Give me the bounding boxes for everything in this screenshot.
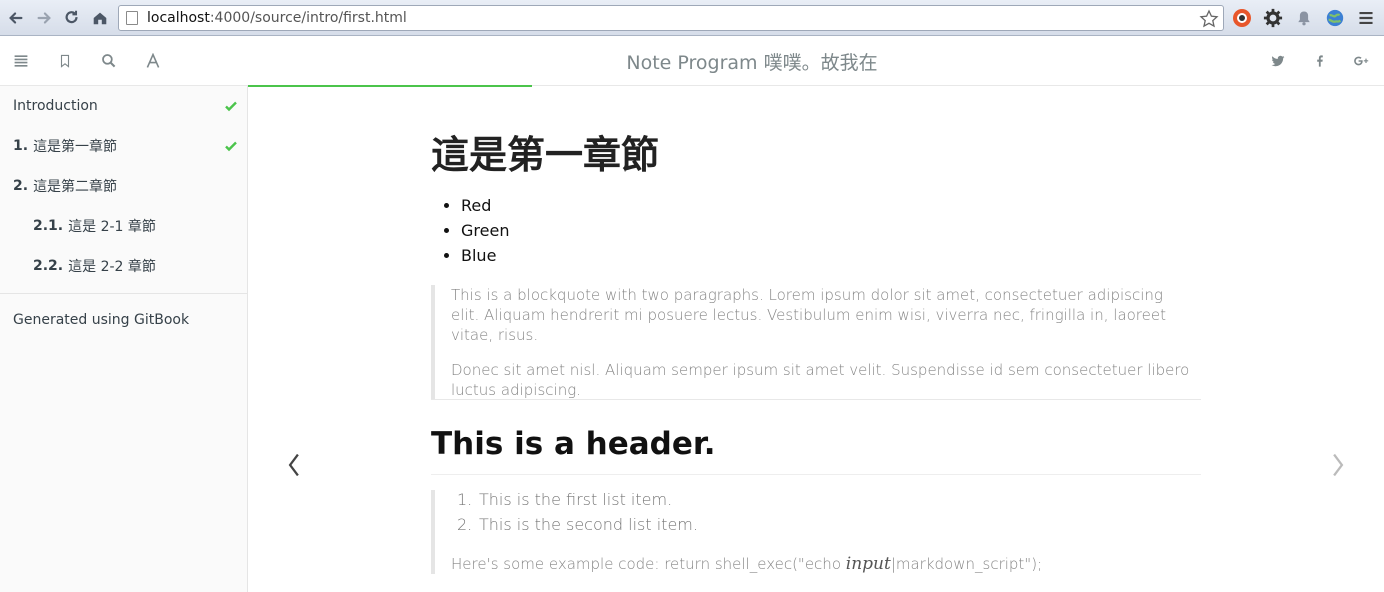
toc-number: 1.: [13, 138, 29, 154]
toc-item-chapter-2[interactable]: 2. 這是第二章節: [0, 166, 247, 206]
font-icon: [146, 53, 160, 68]
list-item: 2. This is the second list item.: [451, 515, 1191, 540]
color-list: Red Green Blue: [461, 196, 509, 271]
sidebar-divider: [0, 293, 247, 294]
book-header: Note Program 噗噗。故我在: [0, 37, 1384, 87]
next-page-button[interactable]: [1326, 445, 1350, 485]
toc-item-introduction[interactable]: Introduction: [0, 86, 247, 126]
toc-label: 這是 2-2 章節: [68, 259, 156, 275]
list-icon: [14, 55, 28, 67]
url-text[interactable]: localhost:4000/source/intro/first.html: [147, 10, 407, 26]
book-title: Note Program 噗噗。故我在: [626, 52, 878, 74]
list-item: Blue: [461, 246, 509, 271]
browser-toolbar: localhost:4000/source/intro/first.html: [0, 0, 1384, 36]
blockquote-paragraph: Donec sit amet nisl. Aliquam semper ipsu…: [451, 361, 1190, 399]
list-item: Green: [461, 221, 509, 246]
google-plus-icon: [1354, 56, 1369, 66]
google-plus-share-button[interactable]: [1351, 51, 1371, 71]
search-icon: [102, 54, 116, 68]
toc-item-chapter-2-2[interactable]: 2.2. 這是 2-2 章節: [0, 246, 247, 286]
horizontal-rule: [431, 399, 1201, 400]
toc-number: 2.2.: [33, 258, 64, 274]
toc-label: 這是第二章節: [33, 179, 118, 195]
list-text: This is the first list item.: [479, 490, 673, 509]
list-text: This is the second list item.: [479, 515, 698, 534]
check-icon: [225, 141, 237, 152]
globe-icon[interactable]: [1324, 7, 1346, 29]
blockquote-list: 1. This is the first list item. 2. This is…: [431, 490, 1191, 574]
gear-icon[interactable]: [1262, 7, 1284, 29]
facebook-share-button[interactable]: [1310, 51, 1330, 71]
code-suffix: |markdown_script");: [890, 555, 1043, 573]
home-button[interactable]: [90, 8, 110, 28]
address-bar[interactable]: localhost:4000/source/intro/first.html: [118, 5, 1224, 31]
toc-label: 這是 2-1 章節: [68, 219, 156, 235]
check-icon: [225, 101, 237, 112]
font-settings-button[interactable]: [143, 51, 163, 71]
extension-red-icon[interactable]: [1231, 7, 1253, 29]
forward-arrow-icon: [37, 12, 51, 24]
bookmark-star-icon[interactable]: [1199, 9, 1219, 29]
reload-button[interactable]: [62, 8, 82, 28]
toggle-summary-button[interactable]: [11, 51, 31, 71]
home-icon: [93, 12, 107, 25]
bookmark-button[interactable]: [55, 51, 75, 71]
reading-progress-bar: [248, 85, 532, 87]
toc-item-chapter-2-1[interactable]: 2.1. 這是 2-1 章節: [0, 206, 247, 246]
list-number: 2.: [457, 515, 473, 534]
forward-button[interactable]: [34, 8, 54, 28]
example-code-text: Here's some example code: return shell_e…: [451, 554, 1191, 574]
code-math: input: [845, 554, 891, 574]
menu-icon[interactable]: [1355, 7, 1377, 29]
list-item: Red: [461, 196, 509, 221]
bell-icon[interactable]: [1293, 7, 1315, 29]
code-prefix: Here's some example code: return shell_e…: [451, 555, 846, 573]
section-header: This is a header.: [431, 426, 716, 462]
twitter-icon: [1271, 55, 1285, 67]
header-underline: [431, 474, 1201, 475]
url-host: localhost: [147, 10, 210, 26]
toc-item-chapter-1[interactable]: 1. 這是第一章節: [0, 126, 247, 166]
ordered-list: 1. This is the first list item. 2. This is…: [451, 490, 1191, 540]
list-item: 1. This is the first list item.: [451, 490, 1191, 515]
twitter-share-button[interactable]: [1268, 51, 1288, 71]
blockquote-paragraph: This is a blockquote with two paragraphs…: [451, 286, 1166, 344]
previous-page-button[interactable]: [282, 445, 306, 485]
back-button[interactable]: [6, 8, 26, 28]
toc-number: 2.: [13, 178, 29, 194]
back-arrow-icon: [9, 12, 23, 24]
chapter-title: 這是第一章節: [431, 133, 660, 177]
facebook-icon: [1317, 55, 1323, 67]
list-number: 1.: [457, 490, 473, 509]
toc-number: 2.1.: [33, 218, 64, 234]
blockquote: This is a blockquote with two paragraphs…: [431, 285, 1191, 400]
toc-label: Introduction: [13, 98, 98, 114]
toc-label: 這是第一章節: [33, 139, 118, 155]
reload-icon: [65, 10, 78, 24]
bookmark-icon: [60, 54, 70, 68]
chevron-right-icon: [1333, 453, 1344, 477]
search-button[interactable]: [99, 51, 119, 71]
summary-sidebar: Introduction 1. 這是第一章節 2. 這是第二章節 2.1. 這是…: [0, 86, 248, 592]
page-icon: [126, 11, 138, 25]
gitbook-credit-link[interactable]: Generated using GitBook: [13, 312, 189, 328]
url-path: :4000/source/intro/first.html: [209, 10, 407, 26]
chevron-left-icon: [288, 453, 299, 477]
